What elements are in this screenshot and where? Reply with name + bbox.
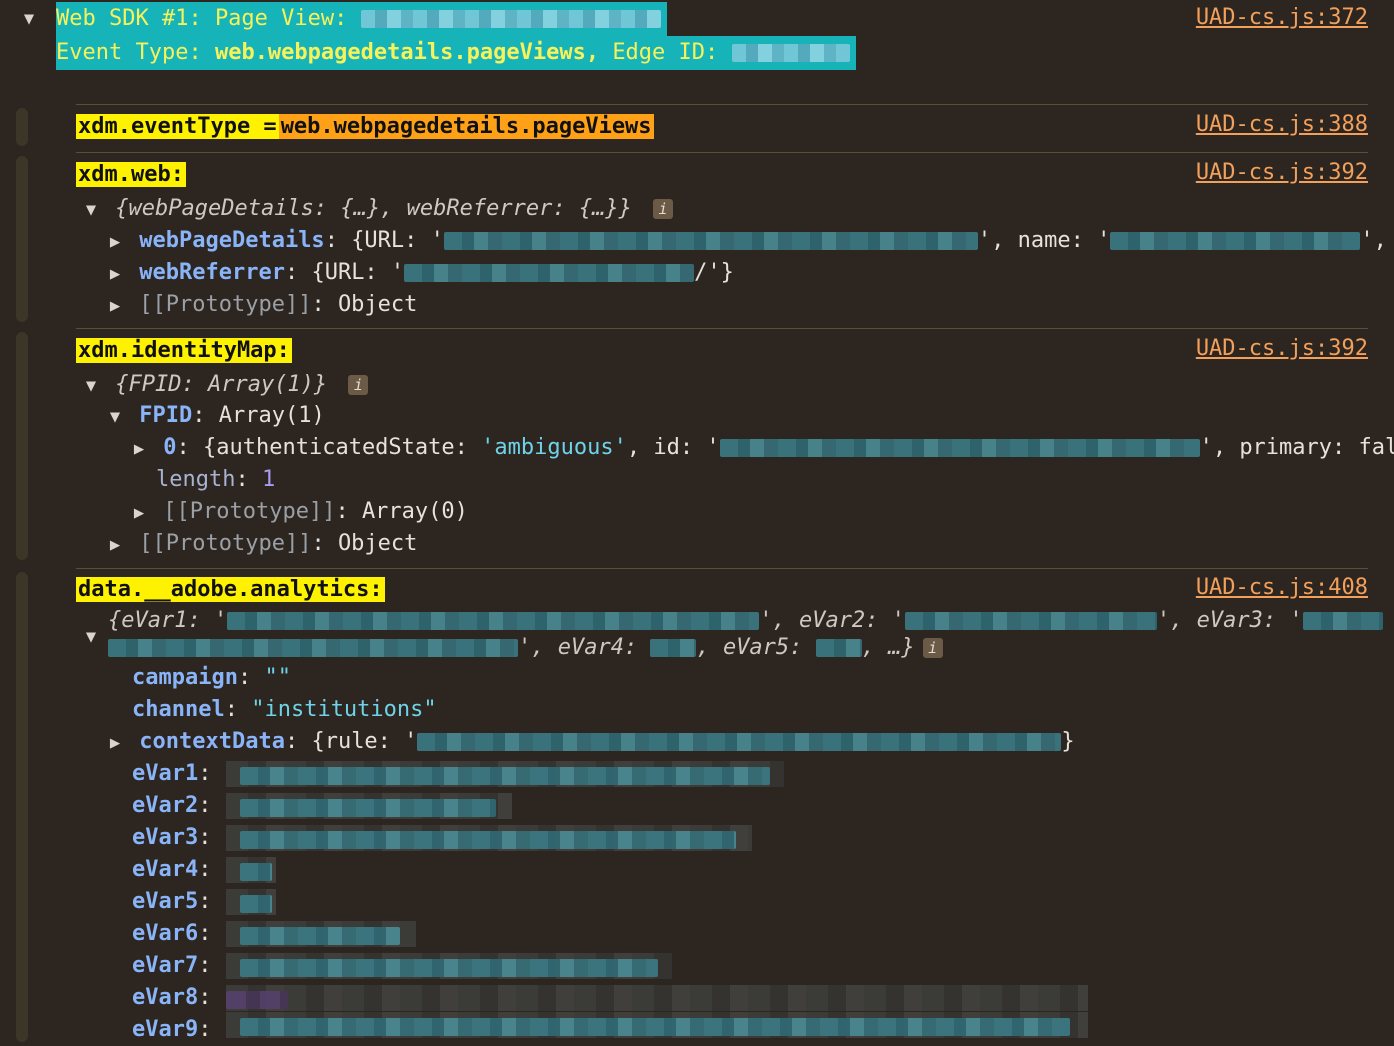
evar-row: eVar5: (132, 889, 212, 914)
triangle-right-icon: ▶ (109, 296, 121, 316)
info-icon[interactable]: i (348, 375, 369, 395)
campaign-row: campaign: "" (132, 665, 291, 690)
event-type-line: xdm.eventType = web.webpagedetails.pageVi… (76, 111, 654, 143)
info-icon[interactable]: i (653, 199, 674, 219)
header-event-line: Event Type: web.webpagedetails.pageViews… (56, 36, 856, 70)
separator (76, 152, 1368, 153)
header-title-line: Web SDK #1: Page View: (56, 2, 667, 36)
channel-row: channel: "institutions" (132, 697, 437, 722)
array-prototype-row[interactable]: ▶ [[Prototype]]: Array(0) (128, 496, 468, 528)
triangle-right-icon: ▶ (109, 264, 121, 284)
evar-row: eVar3: (132, 825, 212, 850)
redacted-value (226, 793, 512, 819)
triangle-down-icon: ▼ (85, 627, 97, 647)
length-row: length: 1 (156, 467, 276, 492)
evar-row: eVar1: (132, 761, 212, 786)
group-gutter (16, 108, 28, 146)
source-link[interactable]: UAD-cs.js:408 (1196, 572, 1368, 604)
analytics-expand-toggle[interactable]: ▼ (80, 620, 102, 652)
web-referrer-row[interactable]: ▶ webReferrer: {URL: '/'} (104, 257, 734, 289)
evar-row: eVar4: (132, 857, 212, 882)
redacted-value (417, 733, 1062, 751)
redacted-value (227, 612, 760, 630)
redacted-value (226, 857, 276, 883)
triangle-right-icon: ▶ (109, 232, 121, 252)
triangle-down-icon: ▼ (109, 407, 121, 427)
header-expand-toggle[interactable]: ▼ (18, 2, 40, 34)
event-type-value: web.webpagedetails.pageViews, (214, 40, 600, 65)
web-object-preview[interactable]: ▼ {webPageDetails: {…}, webReferrer: {…}… (80, 193, 674, 225)
source-link[interactable]: UAD-cs.js:392 (1196, 157, 1368, 189)
redacted-value (226, 825, 752, 851)
redacted-value (1110, 232, 1361, 250)
identity-section-label: xdm.identityMap: (76, 338, 292, 363)
header-title: Web SDK #1: Page View: (56, 6, 348, 31)
source-link[interactable]: UAD-cs.js:388 (1196, 109, 1368, 141)
redacted-value (731, 44, 850, 62)
redacted-value (904, 612, 1157, 630)
context-data-row[interactable]: ▶ contextData: {rule: '} (104, 726, 1075, 758)
separator (76, 104, 1368, 105)
edge-id-label: Edge ID: (612, 40, 719, 65)
redacted-value (226, 1012, 1088, 1038)
fpid-row[interactable]: ▼ FPID: Array(1) (104, 400, 325, 432)
web-section-label: xdm.web: (76, 162, 186, 187)
evar-row: eVar7: (132, 953, 212, 978)
event-type-key: xdm.eventType = (76, 114, 279, 139)
info-icon[interactable]: i (922, 638, 943, 658)
triangle-right-icon: ▶ (133, 439, 145, 459)
redacted-value (226, 921, 416, 947)
group-gutter (16, 332, 28, 560)
group-gutter (16, 572, 28, 1042)
redacted-value (443, 232, 978, 250)
evar-row: eVar6: (132, 921, 212, 946)
redacted-value (404, 264, 695, 282)
triangle-right-icon: ▶ (109, 733, 121, 753)
fpid-item-row[interactable]: ▶ 0: {authenticatedState: 'ambiguous', i… (128, 432, 1394, 464)
redacted-value (226, 761, 784, 787)
separator (76, 328, 1368, 329)
redacted-value (226, 889, 276, 915)
identity-object-preview[interactable]: ▼ {FPID: Array(1)} i (80, 369, 369, 401)
web-page-details-row[interactable]: ▶ webPageDetails: {URL: ' ', name: ' ', (104, 225, 1387, 257)
source-link[interactable]: UAD-cs.js:372 (1196, 2, 1368, 34)
triangle-down-icon: ▼ (85, 376, 97, 396)
group-gutter (16, 156, 28, 322)
analytics-preview-line-2: ', eVar4: , eVar5: , …} i (108, 632, 943, 664)
redacted-value (719, 439, 1200, 457)
redacted-value (226, 985, 1088, 1011)
redacted-value (108, 639, 518, 657)
source-link[interactable]: UAD-cs.js:392 (1196, 333, 1368, 365)
evar-row: eVar8: (132, 985, 212, 1010)
redacted-value (650, 639, 697, 657)
web-prototype-row[interactable]: ▶ [[Prototype]]: Object (104, 289, 418, 321)
triangle-right-icon: ▶ (133, 503, 145, 523)
object-prototype-row[interactable]: ▶ [[Prototype]]: Object (104, 528, 418, 560)
redacted-value (360, 10, 661, 28)
evar-row: eVar2: (132, 793, 212, 818)
triangle-down-icon: ▼ (85, 200, 97, 220)
redacted-value (1302, 612, 1383, 630)
analytics-section-label: data.__adobe.analytics: (76, 577, 385, 602)
triangle-right-icon: ▶ (109, 535, 121, 555)
redacted-value (226, 953, 672, 979)
redacted-value (815, 639, 862, 657)
evar-row: eVar9: (132, 1017, 212, 1042)
event-type-label: Event Type: (56, 40, 202, 65)
event-type-highlight: web.webpagedetails.pageViews (278, 114, 654, 139)
separator (76, 568, 1368, 569)
triangle-down-icon: ▼ (23, 9, 35, 29)
